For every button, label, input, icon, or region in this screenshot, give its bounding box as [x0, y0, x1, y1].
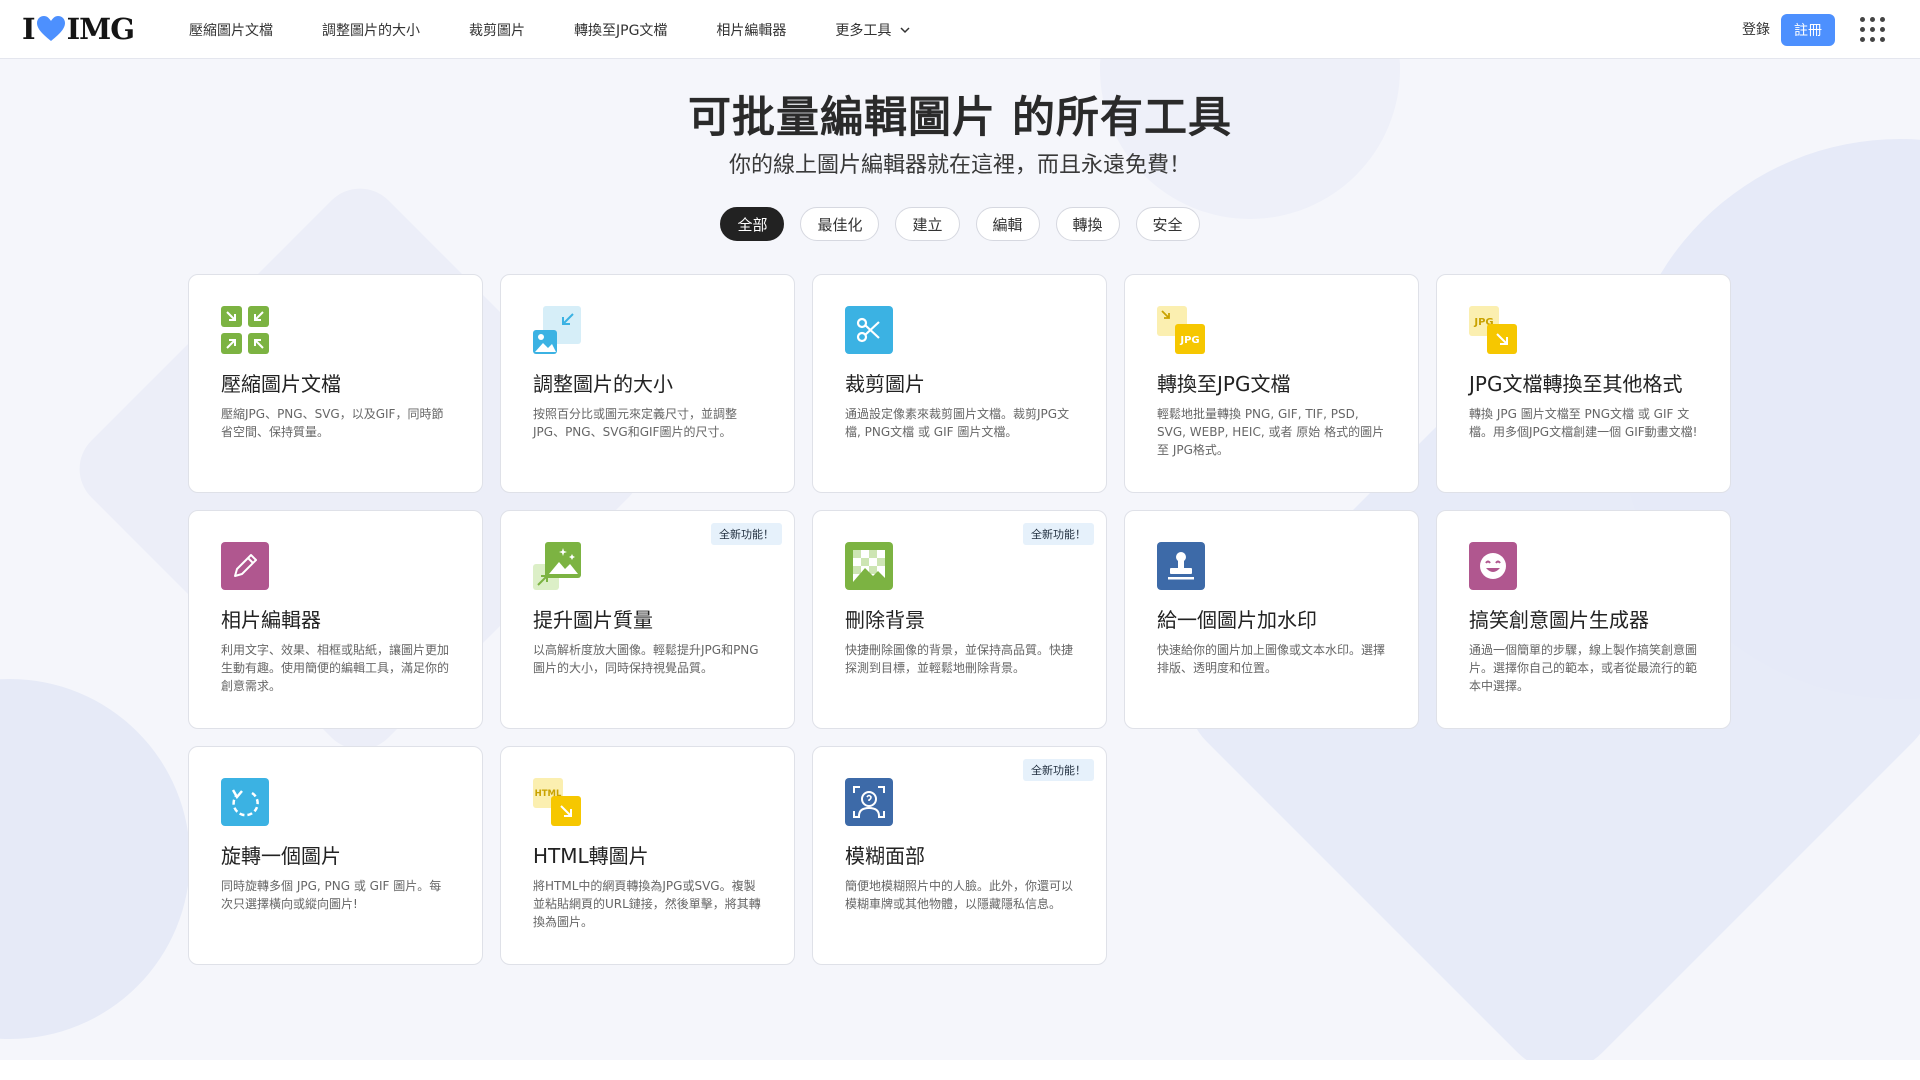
new-badge: 全新功能！ — [1023, 759, 1094, 781]
blur-face-icon — [845, 778, 893, 826]
filter-tabs: 全部 最佳化 建立 編輯 轉換 安全 — [0, 207, 1920, 241]
tool-card-remove-background[interactable]: 全新功能！ 刪除背景 快捷刪除圖像的背景，並保持高品質。快捷探測到目標，並輕鬆地… — [812, 510, 1107, 729]
page-subtitle: 你的線上圖片編輯器就在這裡，而且永遠免費！ — [728, 153, 1191, 178]
filter-optimize[interactable]: 最佳化 — [800, 207, 880, 241]
nav-compress[interactable]: 壓縮圖片文檔 — [189, 20, 273, 40]
tool-title: 提升圖片質量 — [533, 608, 653, 632]
html-icon: HTML — [533, 778, 581, 826]
tool-title: 刪除背景 — [845, 608, 925, 632]
tool-title: 搞笑創意圖片生成器 — [1469, 608, 1649, 632]
tool-card-to-jpg[interactable]: JPG 轉換至JPG文檔 輕鬆地批量轉換 PNG, GIF, TIF, PSD,… — [1124, 274, 1419, 493]
compress-icon — [221, 306, 269, 354]
main-nav: 壓縮圖片文檔 調整圖片的大小 裁剪圖片 轉換至JPG文檔 相片編輯器 更多工具 — [189, 0, 960, 59]
tool-desc: 壓縮JPG、PNG、SVG，以及GIF，同時節省空間、保持質量。 — [221, 407, 444, 439]
new-badge: 全新功能！ — [1023, 523, 1094, 545]
filter-edit[interactable]: 編輯 — [975, 207, 1040, 241]
tool-desc: 同時旋轉多個 JPG, PNG 或 GIF 圖片。每次只選擇橫向或縱向圖片! — [221, 879, 442, 911]
pencil-icon — [221, 542, 269, 590]
footer-strip — [0, 1060, 1920, 1080]
tool-card-crop[interactable]: 裁剪圖片 通過設定像素來裁剪圖片文檔。裁剪JPG文檔, PNG文檔 或 GIF … — [812, 274, 1107, 493]
svg-text:JPG: JPG — [1179, 335, 1199, 346]
nav-to-jpg[interactable]: 轉換至JPG文檔 — [574, 20, 667, 40]
from-jpg-icon: JPG — [1469, 306, 1517, 354]
tool-title: 裁剪圖片 — [845, 372, 925, 396]
tool-title: 轉換至JPG文檔 — [1157, 372, 1291, 396]
filter-security[interactable]: 安全 — [1135, 207, 1200, 241]
tool-card-resize[interactable]: 調整圖片的大小 按照百分比或圖元來定義尺寸，並調整JPG、PNG、SVG和GIF… — [500, 274, 795, 493]
tool-desc: 按照百分比或圖元來定義尺寸，並調整JPG、PNG、SVG和GIF圖片的尺寸。 — [533, 407, 738, 439]
tool-title: 調整圖片的大小 — [533, 372, 673, 396]
heart-icon — [36, 16, 65, 41]
tool-desc: 以高解析度放大圖像。輕鬆提升JPG和PNG圖片的大小，同時保持視覺品質。 — [533, 643, 759, 675]
scissors-icon — [845, 306, 893, 354]
tool-title: 相片編輯器 — [221, 608, 321, 632]
tool-desc: 快捷刪除圖像的背景，並保持高品質。快捷探測到目標，並輕鬆地刪除背景。 — [845, 643, 1074, 675]
page-title: 可批量編輯圖片 的所有工具 — [688, 93, 1232, 143]
hero: 可批量編輯圖片 的所有工具 你的線上圖片編輯器就在這裡，而且永遠免費！ — [0, 59, 1920, 180]
tool-card-html-to-image[interactable]: HTML HTML轉圖片 將HTML中的網頁轉換為JPG或SVG。複製並粘貼網頁… — [500, 746, 795, 965]
tool-title: 壓縮圖片文檔 — [221, 372, 341, 396]
nav-photo-editor[interactable]: 相片編輯器 — [716, 20, 786, 40]
tool-desc: 簡便地模糊照片中的人臉。此外，你還可以模糊車牌或其他物體，以隱藏隱私信息。 — [845, 879, 1074, 911]
stamp-icon — [1157, 542, 1205, 590]
logo-text-right: IMG — [66, 12, 135, 46]
rotate-icon — [221, 778, 269, 826]
new-badge: 全新功能！ — [711, 523, 782, 545]
logo-text-left: I — [22, 12, 36, 46]
to-jpg-icon: JPG — [1157, 306, 1205, 354]
tool-desc: 輕鬆地批量轉換 PNG, GIF, TIF, PSD, SVG, WEBP, H… — [1157, 407, 1385, 457]
tool-card-rotate[interactable]: 旋轉一個圖片 同時旋轉多個 JPG, PNG 或 GIF 圖片。每次只選擇橫向或… — [188, 746, 483, 965]
tool-card-meme-generator[interactable]: 搞笑創意圖片生成器 通過一個簡單的步驟，線上製作搞笑創意圖片。選擇你自己的範本，… — [1436, 510, 1731, 729]
apps-grid-icon[interactable] — [1860, 17, 1885, 42]
remove-bg-icon — [845, 542, 893, 590]
tool-desc: 通過設定像素來裁剪圖片文檔。裁剪JPG文檔, PNG文檔 或 GIF 圖片文檔。 — [845, 407, 1070, 439]
nav-more-tools[interactable]: 更多工具 — [835, 20, 911, 40]
tool-desc: 轉換 JPG 圖片文檔至 PNG文檔 或 GIF 文檔。用多個JPG文檔創建一個… — [1469, 407, 1698, 439]
tool-desc: 將HTML中的網頁轉換為JPG或SVG。複製並粘貼網頁的URL鏈接，然後單擊，將… — [533, 879, 761, 929]
login-link[interactable]: 登錄 — [1742, 19, 1770, 39]
signup-button[interactable]: 註冊 — [1781, 14, 1835, 46]
tool-title: JPG文檔轉換至其他格式 — [1469, 372, 1683, 396]
top-header: I IMG 壓縮圖片文檔 調整圖片的大小 裁剪圖片 轉換至JPG文檔 相片編輯器… — [0, 0, 1920, 59]
tool-title: 模糊面部 — [845, 844, 925, 868]
tool-card-upscale[interactable]: 全新功能！ 提升圖片質量 以高解析度放大圖像。輕鬆提升JPG和PNG圖片的大小，… — [500, 510, 795, 729]
tool-card-photo-editor[interactable]: 相片編輯器 利用文字、效果、相框或貼紙，讓圖片更加生動有趣。使用簡便的編輯工具，… — [188, 510, 483, 729]
tool-grid: 壓縮圖片文檔 壓縮JPG、PNG、SVG，以及GIF，同時節省空間、保持質量。 … — [188, 274, 1733, 965]
logo[interactable]: I IMG — [22, 12, 135, 46]
tool-card-compress[interactable]: 壓縮圖片文檔 壓縮JPG、PNG、SVG，以及GIF，同時節省空間、保持質量。 — [188, 274, 483, 493]
filter-all[interactable]: 全部 — [720, 207, 785, 241]
tool-card-watermark[interactable]: 給一個圖片加水印 快速給你的圖片加上圖像或文本水印。選擇排版、透明度和位置。 — [1124, 510, 1419, 729]
tool-desc: 利用文字、效果、相框或貼紙，讓圖片更加生動有趣。使用簡便的編輯工具，滿足你的創意… — [221, 643, 450, 693]
tool-title: 給一個圖片加水印 — [1157, 608, 1317, 632]
resize-icon — [533, 306, 581, 354]
upscale-icon — [533, 542, 581, 590]
tool-title: 旋轉一個圖片 — [221, 844, 341, 868]
tool-card-from-jpg[interactable]: JPG JPG文檔轉換至其他格式 轉換 JPG 圖片文檔至 PNG文檔 或 GI… — [1436, 274, 1731, 493]
tool-card-blur-face[interactable]: 全新功能！ 模糊面部 簡便地模糊照片中的人臉。此外，你還可以模糊車牌或其他物體，… — [812, 746, 1107, 965]
chevron-down-icon — [900, 26, 910, 33]
filter-create[interactable]: 建立 — [895, 207, 960, 241]
meme-icon — [1469, 542, 1517, 590]
filter-convert[interactable]: 轉換 — [1055, 207, 1120, 241]
tool-desc: 快速給你的圖片加上圖像或文本水印。選擇排版、透明度和位置。 — [1157, 643, 1386, 675]
tool-desc: 通過一個簡單的步驟，線上製作搞笑創意圖片。選擇你自己的範本，或者從最流行的範本中… — [1469, 643, 1698, 693]
tool-title: HTML轉圖片 — [533, 844, 649, 868]
nav-crop[interactable]: 裁剪圖片 — [469, 20, 525, 40]
nav-resize[interactable]: 調整圖片的大小 — [322, 20, 420, 40]
